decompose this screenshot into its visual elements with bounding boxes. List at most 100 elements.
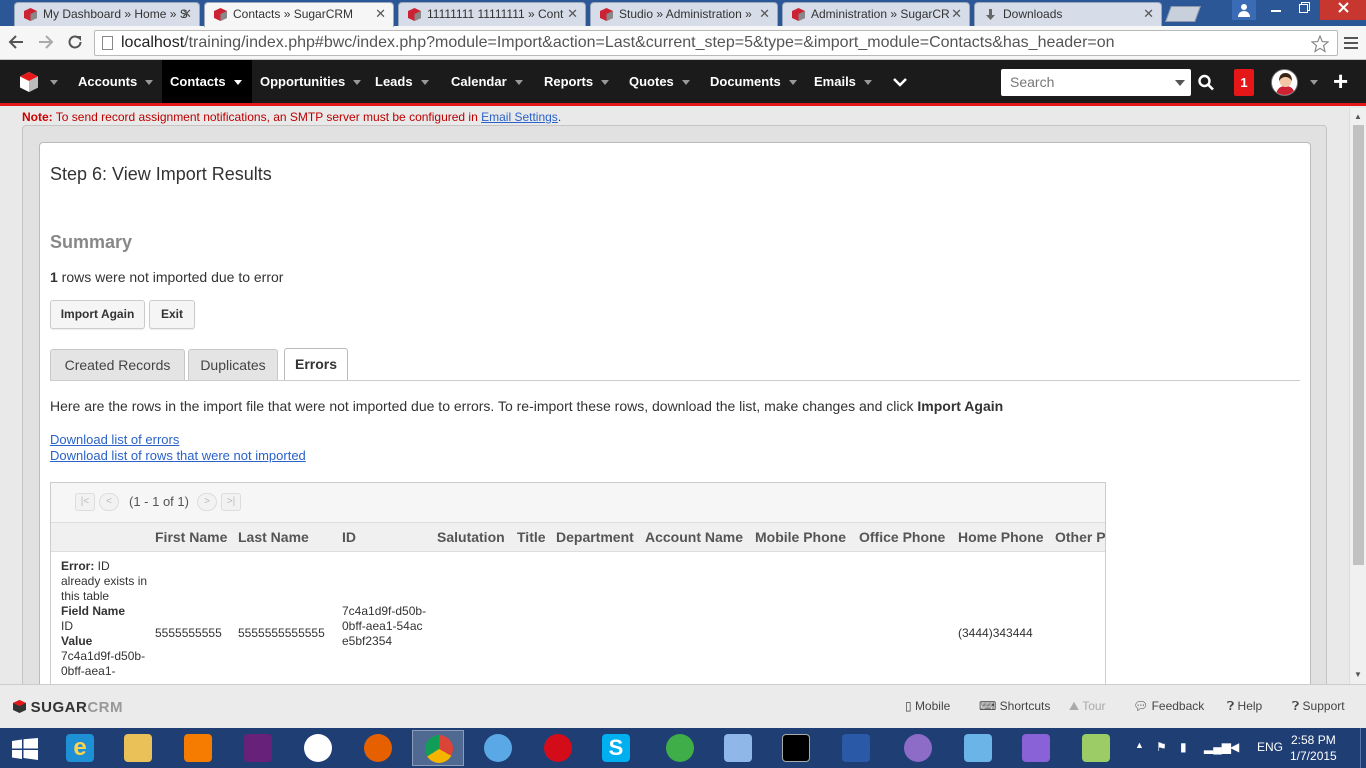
nav-documents[interactable]: Documents [710,60,797,103]
logo-menu-chevron-down-icon[interactable] [50,80,58,85]
browser-tab-dashboard[interactable]: My Dashboard » Home » S ✕ [14,2,200,26]
taskbar-remote-desktop[interactable] [952,730,1004,766]
search-icon[interactable] [1193,69,1219,96]
chevron-down-icon[interactable] [681,80,690,86]
chevron-down-icon[interactable] [353,80,362,86]
tab-duplicates[interactable]: Duplicates [188,349,278,381]
download-rows-link[interactable]: Download list of rows that were not impo… [50,448,306,463]
user-profile-icon[interactable] [1232,0,1256,20]
taskbar-virtualbox[interactable] [712,730,764,766]
nav-calendar[interactable]: Calendar [451,60,523,103]
taskbar-visual-studio[interactable] [232,730,284,766]
taskbar-app-fox[interactable] [292,730,344,766]
taskbar-xampp[interactable] [172,730,224,766]
taskbar-file-explorer[interactable] [112,730,164,766]
taskbar-internet-explorer[interactable]: e [54,730,106,766]
new-tab-button[interactable] [1165,6,1201,22]
nav-leads[interactable]: Leads [375,60,429,103]
col-other-phone[interactable]: Other P [1055,529,1105,545]
col-office-phone[interactable]: Office Phone [859,529,945,545]
tab-errors[interactable]: Errors [284,348,348,381]
action-center-flag-icon[interactable]: ⚑ [1156,740,1167,754]
footer-help[interactable]: ❓︎ Help [1227,699,1262,714]
taskbar-github[interactable] [892,730,944,766]
import-again-button[interactable]: Import Again [50,300,145,329]
notifications-badge[interactable]: 1 [1234,69,1254,96]
scroll-up-arrow-icon[interactable]: ▲ [1354,112,1362,121]
scroll-down-arrow-icon[interactable]: ▼ [1354,670,1362,679]
tab-created-records[interactable]: Created Records [50,349,185,381]
user-menu-chevron-down-icon[interactable] [1310,80,1318,85]
chevron-down-icon[interactable] [601,80,610,86]
browser-menu-icon[interactable] [1344,36,1358,50]
url-input[interactable]: localhost/training/index.php#bwc/index.p… [94,30,1338,56]
taskbar-powershell[interactable] [830,730,882,766]
taskbar-app-green[interactable] [654,730,706,766]
close-window-icon[interactable] [1320,0,1366,20]
reload-icon[interactable] [66,33,84,51]
global-search-input[interactable]: Search [1001,69,1191,96]
chevron-down-icon[interactable] [233,80,242,86]
taskbar-safari[interactable] [472,730,524,766]
col-department[interactable]: Department [556,529,634,545]
email-settings-link[interactable]: Email Settings [481,110,558,124]
nav-quotes[interactable]: Quotes [629,60,690,103]
next-page-icon[interactable]: > [197,493,217,511]
close-tab-icon[interactable]: ✕ [951,3,962,25]
close-tab-icon[interactable]: ✕ [567,3,578,25]
forward-arrow-icon[interactable] [38,34,54,50]
browser-tab-contacts[interactable]: Contacts » SugarCRM ✕ [204,2,394,27]
user-avatar[interactable] [1271,69,1298,96]
show-hidden-icons-chevron-up-icon[interactable]: ▲ [1135,740,1144,750]
col-home-phone[interactable]: Home Phone [958,529,1044,545]
nav-accounts[interactable]: Accounts [78,60,154,103]
browser-tab-studio[interactable]: Studio » Administration » ✕ [590,2,778,26]
col-account-name[interactable]: Account Name [645,529,743,545]
nav-reports[interactable]: Reports [544,60,610,103]
footer-mobile[interactable]: ▯ Mobile [905,699,950,713]
scrollbar-thumb[interactable] [1353,125,1364,565]
chevron-down-icon[interactable] [788,80,797,86]
minimize-window-icon[interactable] [1262,0,1290,20]
close-tab-icon[interactable]: ✕ [181,3,192,25]
col-title[interactable]: Title [517,529,546,545]
nav-opportunities[interactable]: Opportunities [260,60,362,103]
nav-contacts[interactable]: Contacts [162,60,252,103]
browser-tab-downloads[interactable]: Downloads ✕ [974,2,1162,26]
chevron-down-icon[interactable] [514,80,523,86]
col-salutation[interactable]: Salutation [437,529,505,545]
nav-emails[interactable]: Emails [814,60,872,103]
page-scrollbar[interactable]: ▲ ▼ [1349,108,1366,684]
chevron-down-icon[interactable] [863,80,872,86]
sugarcrm-logo-icon[interactable] [18,71,40,93]
col-mobile-phone[interactable]: Mobile Phone [755,529,846,545]
chevron-down-icon[interactable] [420,80,429,86]
volume-muted-icon[interactable]: ◀ [1230,740,1239,754]
restore-window-icon[interactable] [1290,0,1318,20]
taskbar-opera[interactable] [532,730,584,766]
more-modules-chevron-down-icon[interactable] [893,77,907,87]
input-language[interactable]: ENG [1257,740,1283,754]
close-tab-icon[interactable]: ✕ [375,3,386,25]
chevron-down-icon[interactable] [145,80,154,86]
taskbar-firefox[interactable] [352,730,404,766]
bookmark-star-icon[interactable] [1311,35,1329,53]
close-tab-icon[interactable]: ✕ [759,3,770,25]
download-errors-link[interactable]: Download list of errors [50,432,179,447]
windows-start-icon[interactable] [12,738,38,760]
footer-feedback[interactable]: 💬︎ Feedback [1133,699,1204,713]
taskbar-chrome[interactable] [412,730,464,766]
footer-tour[interactable]: ⛰ Tour [1069,699,1106,714]
taskbar-notepad-plus[interactable] [1070,730,1122,766]
device-icon[interactable]: ▮ [1180,740,1187,754]
previous-page-icon[interactable]: < [99,493,119,511]
last-page-icon[interactable]: >| [221,493,241,511]
system-clock[interactable]: 2:58 PM 1/7/2015 [1290,732,1337,764]
quick-create-plus-icon[interactable]: + [1333,66,1348,96]
sugarcrm-footer-logo[interactable]: SUGARCRM [13,699,123,716]
search-dropdown-chevron-down-icon[interactable] [1175,80,1185,86]
col-last-name[interactable]: Last Name [238,529,309,545]
col-id[interactable]: ID [342,529,356,545]
browser-tab-administration[interactable]: Administration » SugarCR ✕ [782,2,970,26]
close-tab-icon[interactable]: ✕ [1143,3,1154,25]
